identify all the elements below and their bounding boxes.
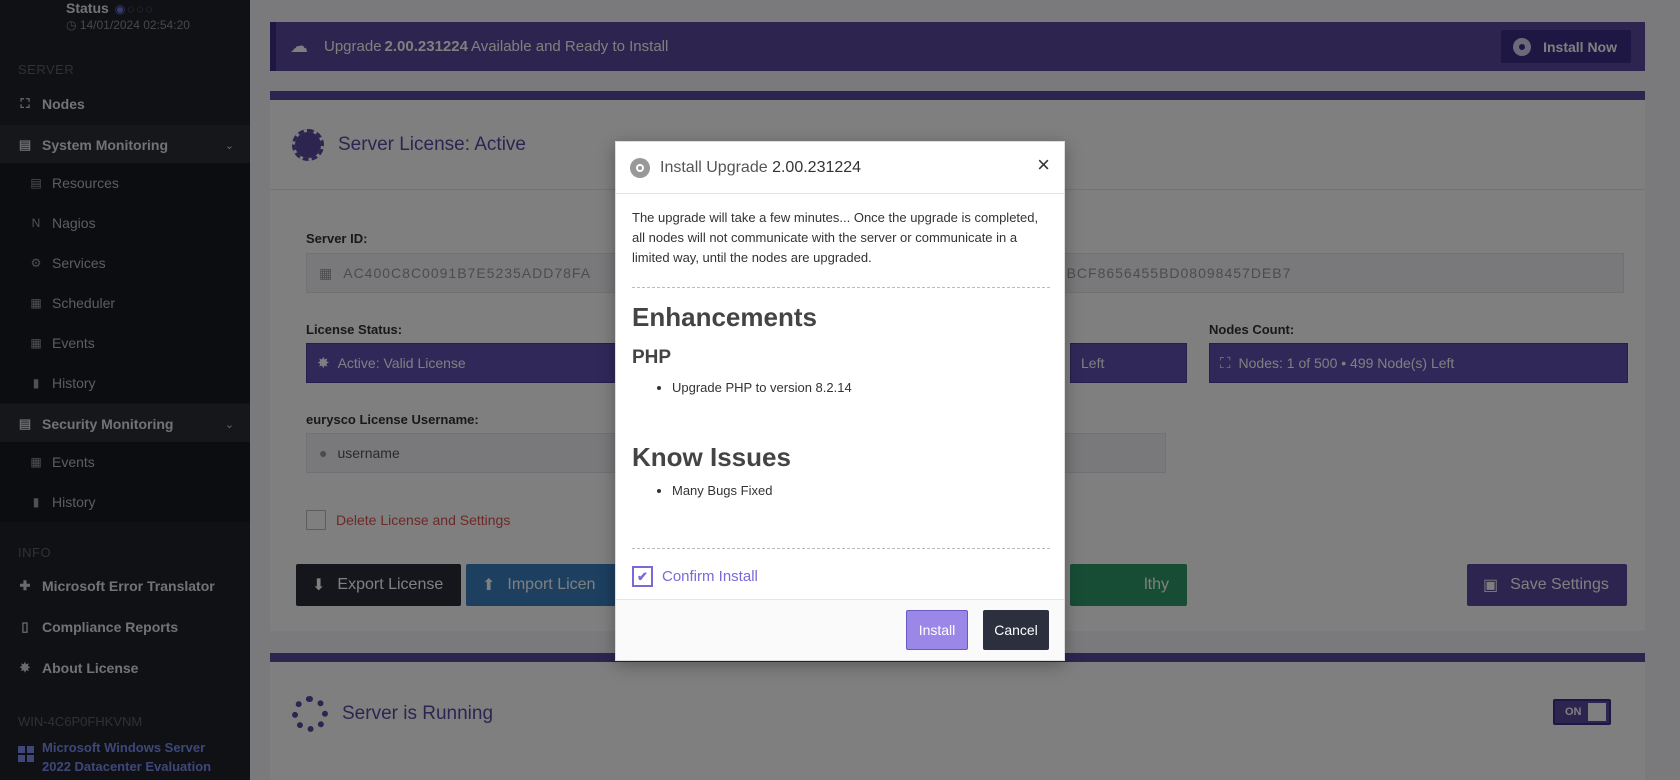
enhancements-heading: Enhancements <box>632 302 817 332</box>
list-item: Many Bugs Fixed <box>672 483 772 498</box>
issues-list: Many Bugs Fixed <box>672 483 772 498</box>
php-heading: PHP <box>632 347 672 368</box>
modal-footer: Install Cancel <box>616 599 1064 660</box>
php-list: Upgrade PHP to version 8.2.14 <box>672 380 852 395</box>
modal-header: Install Upgrade 2.00.231224 × <box>616 142 1064 194</box>
list-item: Upgrade PHP to version 8.2.14 <box>672 380 852 395</box>
install-upgrade-modal: Install Upgrade 2.00.231224 × The upgrad… <box>615 141 1065 661</box>
modal-title-version: 2.00.231224 <box>772 158 862 176</box>
divider <box>632 548 1050 549</box>
check-icon: ✔ <box>637 568 648 584</box>
close-icon[interactable]: × <box>1037 152 1050 178</box>
divider <box>632 287 1050 288</box>
install-button[interactable]: Install <box>906 610 968 650</box>
disc-icon <box>630 157 650 178</box>
issues-heading: Know Issues <box>632 442 791 472</box>
confirm-install-label[interactable]: Confirm Install <box>662 568 758 585</box>
modal-title-prefix: Install Upgrade <box>660 158 768 176</box>
modal-body: The upgrade will take a few minutes... O… <box>632 208 1052 268</box>
confirm-install-row[interactable]: ✔ Confirm Install <box>632 566 758 587</box>
cancel-button[interactable]: Cancel <box>983 610 1049 650</box>
confirm-install-checkbox[interactable]: ✔ <box>632 566 653 587</box>
modal-title: Install Upgrade 2.00.231224 <box>660 159 861 177</box>
modal-intro-text: The upgrade will take a few minutes... O… <box>632 210 1039 265</box>
